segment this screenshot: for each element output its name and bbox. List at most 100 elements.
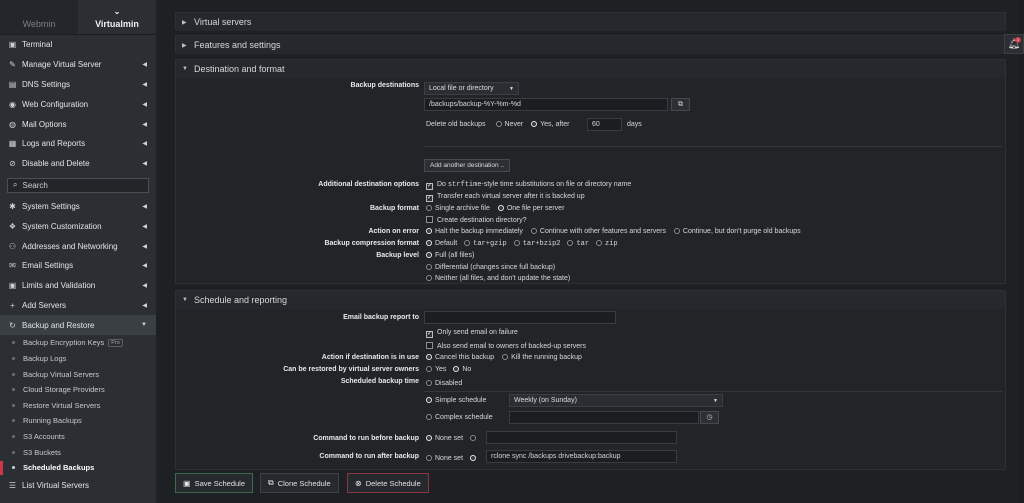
checkbox-transfer-each[interactable]: ✓ Transfer each virtual server after it i… xyxy=(426,193,585,202)
radio-tar[interactable]: tar xyxy=(567,240,589,248)
save-schedule-button[interactable]: ▣ Save Schedule xyxy=(175,473,254,493)
section-header[interactable]: ▼ Destination and format xyxy=(176,60,1005,78)
sidebar-item-label: Web Configuration xyxy=(22,99,89,109)
radio-icon xyxy=(426,240,432,246)
sidebar-item-system-customization[interactable]: ❖ System Customization ◀ xyxy=(0,216,156,236)
sidebar-subitem-backup-virtual-servers[interactable]: Backup Virtual Servers xyxy=(0,366,156,382)
cron-chooser-button[interactable]: ◷ xyxy=(700,411,719,424)
sidebar-subitem-cloud-storage-providers[interactable]: Cloud Storage Providers xyxy=(0,382,156,398)
sidebar-search[interactable]: ⌕ Search xyxy=(7,177,149,193)
destination-path-input[interactable]: /backups/backup-%Y-%m-%d xyxy=(424,98,668,111)
sidebar-subitem-scheduled-backups[interactable]: Scheduled Backups xyxy=(0,460,156,476)
complex-schedule-input[interactable] xyxy=(509,411,699,424)
scrollbar[interactable] xyxy=(1018,0,1024,503)
radio-one-file-per-server[interactable]: One file per server xyxy=(497,205,564,212)
radio-default[interactable]: Default xyxy=(426,240,457,247)
sidebar-subitem-backup-encryption-keys[interactable]: Backup Encryption Keys Pro xyxy=(0,335,156,351)
radio-neither[interactable]: Neither (all files, and don't update the… xyxy=(426,275,570,282)
add-destination-button[interactable]: Add another destination .. xyxy=(424,159,511,172)
sidebar-item-list-virtual-servers[interactable]: ☰ List Virtual Servers xyxy=(0,476,156,496)
section-features[interactable]: ▶ Features and settings xyxy=(175,35,1006,54)
tab-virtualmin[interactable]: ⌄ Virtualmin xyxy=(78,0,156,34)
sidebar-subitem-s3-buckets[interactable]: S3 Buckets xyxy=(0,444,156,460)
cmd-before-input[interactable] xyxy=(486,431,677,444)
caret-left-icon: ◀ xyxy=(142,81,147,88)
radio-halt[interactable]: Halt the backup immediately xyxy=(426,228,523,235)
section-virtual-servers[interactable]: ▶ Virtual servers xyxy=(175,12,1006,31)
create-dest-dir-label: Create destination directory? xyxy=(437,217,527,224)
radio-cancel-backup[interactable]: Cancel this backup xyxy=(426,354,494,361)
radio-yes-after[interactable]: Yes, after xyxy=(531,121,569,128)
sidebar-subitem-s3-accounts[interactable]: S3 Accounts xyxy=(0,429,156,445)
restored-by-owners-options: Yes No xyxy=(426,366,471,373)
delete-schedule-button[interactable]: ⊗ Delete Schedule xyxy=(347,473,429,493)
radio-cmd-after-none[interactable]: None set xyxy=(426,455,463,462)
clone-schedule-button[interactable]: ⧉ Clone Schedule xyxy=(260,473,339,493)
radio-complex-schedule[interactable]: Complex schedule xyxy=(426,414,493,421)
radio-differential[interactable]: Differential (changes since full backup) xyxy=(426,264,555,271)
radio-tar-gzip[interactable]: tar+gzip xyxy=(464,240,507,248)
sidebar-item-addresses-and-networking[interactable]: ⚇ Addresses and Networking ◀ xyxy=(0,236,156,256)
radio-cmd-before-custom[interactable] xyxy=(469,435,479,442)
radio-full[interactable]: Full (all files) xyxy=(426,252,474,259)
sidebar-item-label: Email Settings xyxy=(22,261,74,271)
folder-icon: ⧉ xyxy=(678,101,683,108)
section-header[interactable]: ▼ Schedule and reporting xyxy=(176,291,1005,309)
notification-badge: 1 xyxy=(1015,37,1021,43)
email-report-input[interactable] xyxy=(424,311,616,324)
file-chooser-button[interactable]: ⧉ xyxy=(671,98,690,111)
section-header[interactable]: ▶ Features and settings xyxy=(176,36,1005,54)
sidebar-item-mail-options[interactable]: ◍ Mail Options ◀ xyxy=(0,114,156,134)
sidebar-item-web-configuration[interactable]: ◉ Web Configuration ◀ xyxy=(0,94,156,114)
notifications-button[interactable]: 🔔︎ 1 xyxy=(1004,34,1024,54)
sidebar-subitem-label: Cloud Storage Providers xyxy=(23,385,105,395)
cmd-after-value: rclone sync /backups drivebackup:backup xyxy=(491,453,621,460)
sidebar-subitem-running-backups[interactable]: Running Backups xyxy=(0,413,156,429)
radio-icon xyxy=(426,228,432,234)
radio-kill-running[interactable]: Kill the running backup xyxy=(502,354,582,361)
radio-continue-no-purge[interactable]: Continue, but don't purge old backups xyxy=(673,228,801,235)
sidebar-item-disable-and-delete[interactable]: ⊘ Disable and Delete ◀ xyxy=(0,154,156,174)
radio-yes[interactable]: Yes xyxy=(426,366,446,373)
tab-webmin[interactable]: Webmin xyxy=(0,0,78,34)
zip-label: zip xyxy=(605,240,618,248)
sidebar-item-limits-and-validation[interactable]: ▣ Limits and Validation ◀ xyxy=(0,276,156,296)
radio-simple-schedule[interactable]: Simple schedule xyxy=(426,397,486,404)
radio-cmd-before-none[interactable]: None set xyxy=(426,435,463,442)
radio-no[interactable]: No xyxy=(453,366,471,373)
webmin-icon xyxy=(38,8,40,16)
radio-never[interactable]: Never xyxy=(495,121,523,128)
sidebar-item-manage-virtual-server[interactable]: ✎ Manage Virtual Server ◀ xyxy=(0,55,156,75)
section-title: Virtual servers xyxy=(194,17,252,27)
sidebar-item-terminal[interactable]: ▣ Terminal xyxy=(0,35,156,55)
radio-zip[interactable]: zip xyxy=(596,240,618,248)
checkbox-strftime[interactable]: ✓ Do strftime-style time substitutions on… xyxy=(426,181,631,190)
label-cmd-after: Command to run after backup xyxy=(319,453,419,460)
sidebar-item-add-servers[interactable]: + Add Servers ◀ xyxy=(0,296,156,316)
section-header[interactable]: ▶ Virtual servers xyxy=(176,13,1005,31)
checkbox-also-owners[interactable]: Also send email to owners of backed-up s… xyxy=(426,342,586,350)
radio-continue-other[interactable]: Continue with other features and servers xyxy=(530,228,666,235)
chevron-down-icon: ▼ xyxy=(182,297,188,303)
sidebar-item-logs-and-reports[interactable]: ▦ Logs and Reports ◀ xyxy=(0,134,156,154)
days-label: days xyxy=(627,121,642,128)
destination-type-select[interactable]: Local file or directory ▼ xyxy=(424,82,519,95)
days-input[interactable]: 60 xyxy=(587,118,622,131)
customization-icon: ❖ xyxy=(8,221,17,231)
sidebar-subitem-restore-virtual-servers[interactable]: Restore Virtual Servers xyxy=(0,398,156,414)
sidebar-item-email-settings[interactable]: ✉ Email Settings ◀ xyxy=(0,256,156,276)
radio-tar-bzip2[interactable]: tar+bzip2 xyxy=(513,240,561,248)
sidebar-item-backup-and-restore[interactable]: ↻ Backup and Restore ▼ xyxy=(0,315,156,336)
sidebar-subitem-label: Restore Virtual Servers xyxy=(23,400,101,410)
sidebar-item-dns-settings[interactable]: ▤ DNS Settings ◀ xyxy=(0,75,156,95)
sidebar-subitem-backup-logs[interactable]: Backup Logs xyxy=(0,351,156,367)
checkbox-only-failure[interactable]: ✓ Only send email on failure xyxy=(426,329,518,338)
checkbox-create-dest-dir[interactable]: Create destination directory? xyxy=(426,216,527,224)
sidebar-item-system-settings[interactable]: ✱ System Settings ◀ xyxy=(0,197,156,217)
radio-single-archive[interactable]: Single archive file xyxy=(426,205,490,212)
cmd-after-input[interactable]: rclone sync /backups drivebackup:backup xyxy=(486,450,677,463)
radio-disabled[interactable]: Disabled xyxy=(426,380,462,387)
simple-schedule-select[interactable]: Weekly (on Sunday) ▼ xyxy=(509,394,723,407)
radio-cmd-after-custom[interactable] xyxy=(469,455,479,462)
also-owners-label: Also send email to owners of backed-up s… xyxy=(437,343,587,350)
